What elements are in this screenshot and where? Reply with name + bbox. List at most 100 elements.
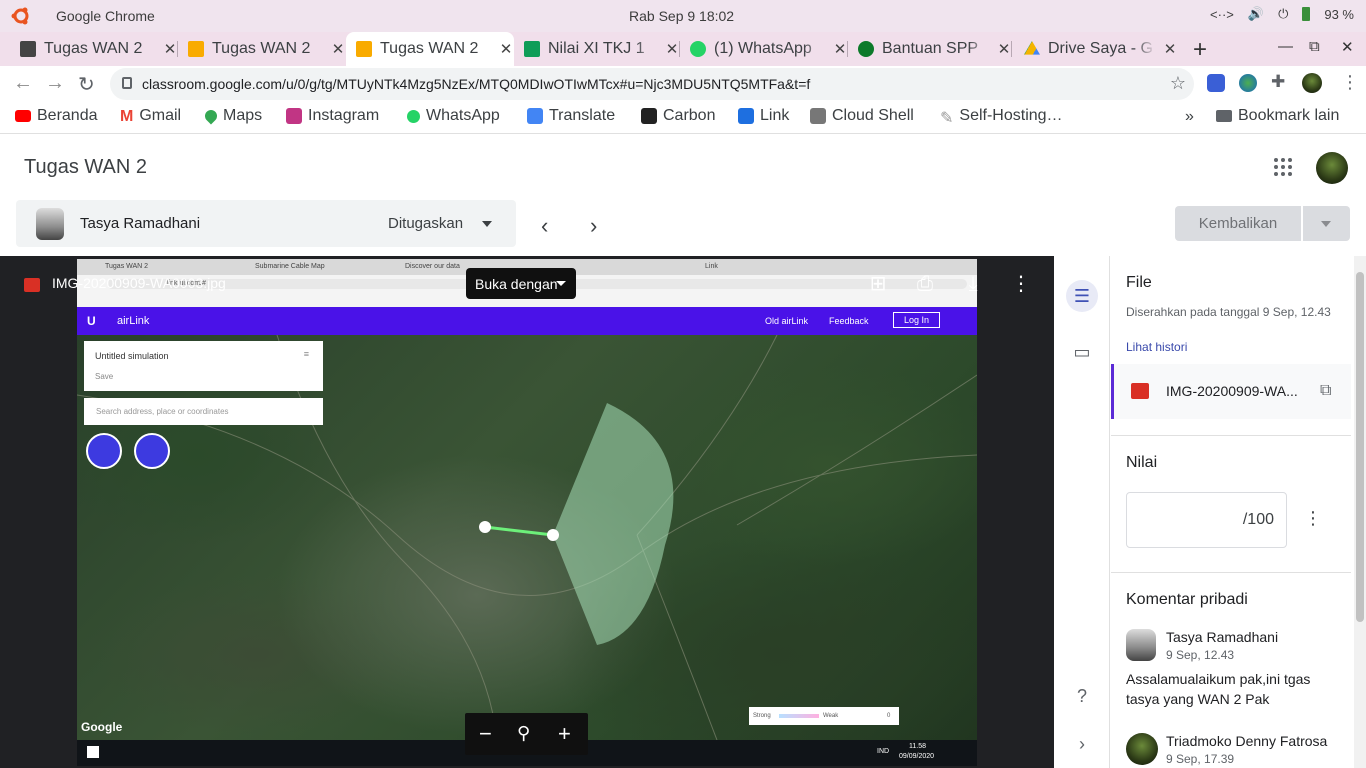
add-to-drive-icon[interactable]: ⊞ — [867, 273, 889, 295]
tab[interactable]: (1) WhatsApp ✕ — [684, 32, 848, 66]
view-history-link[interactable]: Lihat histori — [1126, 339, 1187, 355]
google-map-logo: Google — [81, 720, 123, 734]
legend-weak: Weak — [823, 713, 839, 719]
close-icon[interactable]: ✕ — [832, 40, 848, 58]
close-icon[interactable]: ✕ — [664, 40, 680, 58]
legend-gradient — [779, 714, 819, 718]
open-in-new-icon[interactable]: ⧉ — [1320, 382, 1331, 400]
bookmark-cloud-shell[interactable]: Cloud Shell — [810, 107, 914, 125]
close-icon[interactable]: ✕ — [162, 40, 178, 58]
comment-author: Tasya Ramadhani — [1166, 629, 1279, 645]
grade-input[interactable]: /100 — [1126, 492, 1287, 548]
scroll-thumb[interactable] — [1356, 272, 1364, 622]
close-icon[interactable]: ✕ — [330, 40, 346, 58]
dropdown-arrow-icon — [556, 281, 566, 291]
url-text[interactable]: classroom.google.com/u/0/g/tg/MTUyNTk4Mz… — [142, 76, 810, 92]
bookmark-whatsapp[interactable]: WhatsApp — [407, 107, 500, 125]
shot-link-tool-icon — [86, 433, 122, 469]
print-icon[interactable]: ⎙ — [914, 273, 936, 295]
grading-icon[interactable]: ☰ — [1066, 280, 1098, 312]
bookmark-label: Translate — [549, 107, 616, 124]
youtube-icon — [15, 110, 31, 122]
comment-avatar — [1126, 733, 1158, 765]
classroom-favicon-icon — [20, 41, 36, 57]
zoom-in-icon[interactable]: + — [558, 721, 571, 747]
system-tray[interactable]: <··> 🔊 ⏻ 93 % — [1210, 6, 1354, 22]
gmail-icon: M — [120, 108, 134, 125]
globe-extension-icon[interactable] — [1239, 74, 1257, 92]
bookmark-translate[interactable]: Translate — [527, 107, 615, 125]
window-close-icon[interactable]: ✕ — [1341, 38, 1354, 56]
bookmark-other-folder[interactable]: Bookmark lain — [1216, 107, 1339, 125]
tab[interactable]: Tugas WAN 2 ✕ — [14, 32, 178, 66]
bookmark-beranda[interactable]: Beranda — [15, 107, 98, 125]
tab-active[interactable]: Tugas WAN 2 ✕ — [346, 32, 514, 66]
previous-student-icon[interactable]: ‹ — [541, 213, 548, 239]
next-student-icon[interactable]: › — [590, 213, 597, 239]
grade-more-icon[interactable]: ⋮ — [1304, 508, 1322, 529]
close-icon[interactable]: ✕ — [498, 40, 514, 58]
more-options-icon[interactable]: ⋮ — [1010, 273, 1032, 295]
return-button[interactable]: Kembalikan — [1175, 206, 1301, 241]
account-avatar[interactable] — [1316, 152, 1348, 184]
bookmark-maps[interactable]: Maps — [202, 107, 262, 125]
comment-text: Assalamualaikum pak,ini tgas tasya yang … — [1126, 671, 1311, 707]
bookmarks-overflow-icon[interactable]: » — [1185, 108, 1194, 126]
carbon-icon — [641, 108, 657, 124]
collapse-icon[interactable]: › — [1066, 728, 1098, 760]
tab[interactable]: Nilai XI TKJ 1 ✕ — [518, 32, 680, 66]
open-with-button[interactable]: Buka dengan — [466, 268, 576, 299]
tab[interactable]: Tugas WAN 2 ✕ — [182, 32, 346, 66]
new-tab-icon[interactable]: + — [1193, 36, 1207, 64]
extension-icon[interactable] — [1207, 74, 1225, 92]
bookmark-label: Self-Hosting… — [959, 107, 1063, 124]
clock[interactable]: Rab Sep 9 18:02 — [629, 8, 734, 24]
tab[interactable]: Drive Saya - G ✕ — [1018, 32, 1178, 66]
page-title: Tugas WAN 2 — [24, 156, 147, 178]
maximize-icon[interactable]: ⧉ — [1309, 38, 1320, 55]
panel-scrollbar[interactable] — [1354, 256, 1366, 768]
chrome-menu-icon[interactable]: ⋮ — [1341, 72, 1359, 93]
bookmark-label: Link — [760, 107, 790, 124]
lock-icon[interactable] — [122, 77, 132, 89]
help-icon[interactable]: ? — [1066, 680, 1098, 712]
bookmark-self-hosting[interactable]: ✎ Self-Hosting… — [940, 107, 1063, 127]
google-apps-icon[interactable] — [1274, 158, 1294, 178]
attachment-item[interactable]: IMG-20200909-WA... ⧉ — [1111, 364, 1351, 419]
forward-icon[interactable]: → — [45, 72, 65, 95]
comment-icon[interactable]: ▭ — [1066, 336, 1098, 368]
tab-title: Tugas WAN 2 — [212, 40, 311, 57]
coverage-sector — [553, 403, 674, 645]
address-bar[interactable]: classroom.google.com/u/0/g/tg/MTUyNTk4Mz… — [110, 68, 1194, 100]
return-options-button[interactable] — [1303, 206, 1350, 241]
ubuntu-logo-icon[interactable] — [10, 6, 32, 26]
ubiquiti-icon — [738, 108, 754, 124]
tab[interactable]: Bantuan SPP ✕ — [852, 32, 1012, 66]
reload-icon[interactable]: ↻ — [78, 72, 95, 97]
bookmark-instagram[interactable]: Instagram — [286, 107, 379, 125]
active-app-name[interactable]: Google Chrome — [56, 8, 155, 24]
tab-title: (1) WhatsApp — [714, 40, 812, 57]
tab-strip: Tugas WAN 2 ✕ Tugas WAN 2 ✕ Tugas WAN 2 … — [0, 32, 1366, 66]
bookmark-star-icon[interactable]: ☆ — [1170, 73, 1186, 94]
close-icon[interactable]: ✕ — [1162, 40, 1178, 58]
comment-avatar — [1126, 629, 1156, 661]
bookmark-carbon[interactable]: Carbon — [641, 107, 715, 125]
profile-avatar[interactable] — [1302, 73, 1322, 93]
zoom-out-icon[interactable]: − — [479, 721, 492, 747]
back-icon[interactable]: ← — [13, 72, 33, 95]
attached-screenshot-image: Tugas WAN 2 Submarine Cable Map Discover… — [77, 259, 977, 766]
minimize-icon[interactable]: — — [1278, 38, 1293, 55]
close-icon[interactable]: ✕ — [996, 40, 1012, 58]
zoom-icon[interactable]: ⚲ — [517, 723, 530, 744]
shot-signal-legend: Strong Weak 0 — [749, 707, 899, 725]
puzzle-extensions-icon[interactable]: ✚ — [1271, 72, 1289, 91]
submitted-date: Diserahkan pada tanggal 9 Sep, 12.43 — [1126, 305, 1331, 319]
download-icon[interactable]: ⤓ — [962, 273, 984, 295]
bookmark-gmail[interactable]: M Gmail — [120, 107, 181, 125]
bookmark-link[interactable]: Link — [738, 107, 789, 125]
comment-date: 9 Sep, 12.43 — [1166, 648, 1235, 662]
student-selector[interactable]: Tasya Ramadhani Ditugaskan — [16, 200, 516, 247]
power-icon: ⏻ — [1278, 6, 1289, 21]
browser-toolbar: ← → ↻ classroom.google.com/u/0/g/tg/MTUy… — [0, 66, 1366, 102]
